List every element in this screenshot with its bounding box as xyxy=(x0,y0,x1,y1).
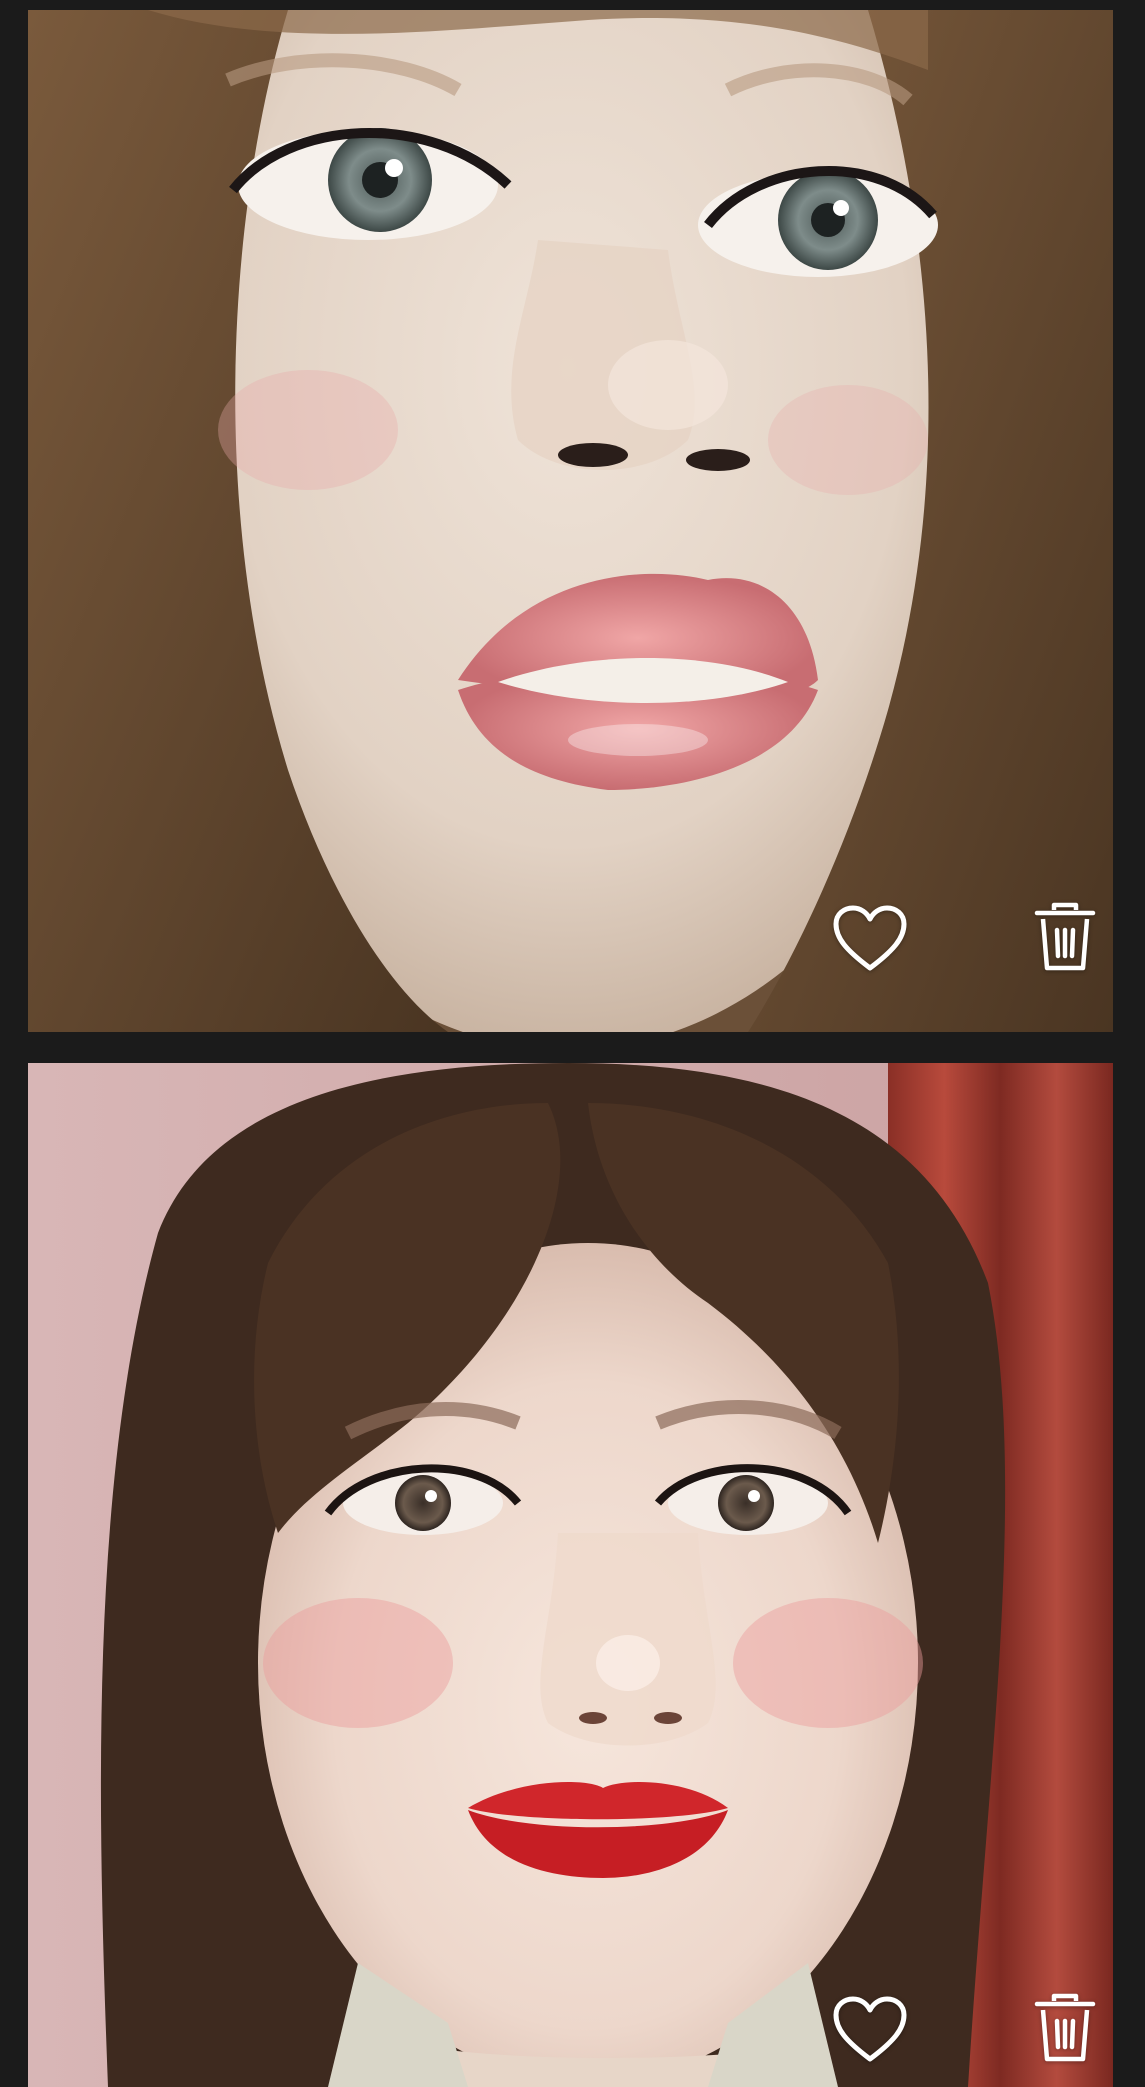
photo-2 xyxy=(28,1063,1113,2087)
photo-feed xyxy=(0,0,1145,2087)
like-button[interactable] xyxy=(828,897,912,981)
photo-1 xyxy=(28,10,1113,1032)
delete-button[interactable] xyxy=(1023,895,1107,979)
trash-icon xyxy=(1034,1993,1096,2062)
photo-card-1[interactable] xyxy=(28,10,1113,1032)
like-button[interactable] xyxy=(828,1988,912,2072)
photo-card-2[interactable] xyxy=(28,1063,1113,2087)
heart-outline-icon xyxy=(833,905,907,971)
heart-outline-icon xyxy=(833,1996,907,2062)
delete-button[interactable] xyxy=(1023,1986,1107,2070)
trash-icon xyxy=(1034,902,1096,971)
